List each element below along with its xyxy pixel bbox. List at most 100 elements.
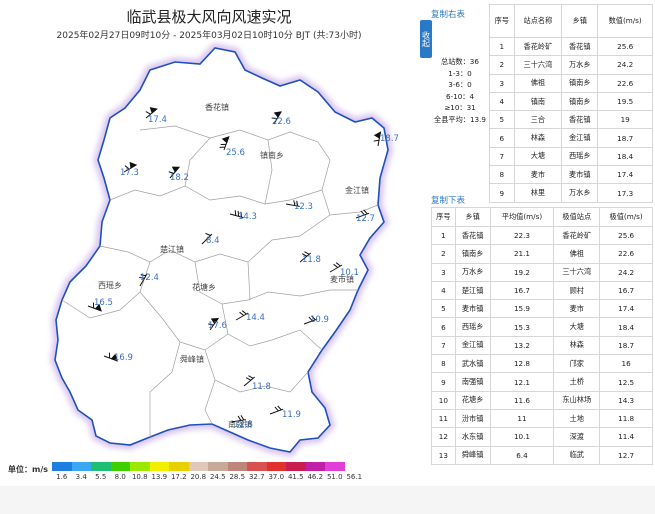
- table-cell: 2: [489, 55, 515, 75]
- legend-tick-label: 13.9: [151, 473, 168, 481]
- table-row: 2 镇南乡 21.1 佛祖 22.6: [431, 244, 653, 264]
- table-cell: 麦市: [553, 299, 601, 319]
- table-cell: 土桥: [553, 372, 601, 392]
- legend-tick-label: 41.5: [287, 473, 304, 481]
- station-value: 16.5: [94, 298, 113, 308]
- table-row: 6 林森 金江镇 18.7: [489, 128, 653, 148]
- table-cell: 水东镇: [454, 427, 491, 447]
- table-cell: 香花镇: [454, 225, 491, 246]
- table-cell: 22.6: [597, 73, 653, 93]
- table-cell: 西瑶乡: [454, 317, 491, 337]
- table-cell: 南强镇: [454, 372, 491, 392]
- table-cell: 18.4: [597, 146, 653, 167]
- table-header: 序号: [489, 4, 515, 38]
- table-cell: 16.7: [599, 280, 653, 301]
- table-cell: 17.4: [599, 299, 653, 319]
- table-cell: 11: [431, 408, 456, 429]
- town-label: 舜峰镇: [180, 354, 204, 364]
- table-cell: 香花岭矿: [553, 225, 601, 246]
- table-row: 6 西瑶乡 15.3 大塘 18.4: [431, 317, 653, 337]
- table-cell: 4: [489, 91, 515, 112]
- summary-line: 1-3：0: [448, 68, 472, 78]
- table-cell: 万水乡: [561, 183, 599, 203]
- table-row: 3 佛祖 镇南乡 22.6: [489, 73, 653, 93]
- table-header: 乡镇: [561, 4, 599, 38]
- table-cell: 13: [431, 445, 456, 465]
- table-cell: 深渡: [553, 427, 601, 447]
- table-cell: 8: [489, 165, 515, 185]
- table-cell: 16: [599, 354, 653, 374]
- table-cell: 临武: [553, 445, 601, 465]
- table-cell: 9: [431, 372, 456, 392]
- table-cell: 金江镇: [561, 128, 599, 148]
- table-cell: 香花镇: [561, 36, 599, 57]
- station-value: 11.9: [282, 410, 301, 420]
- table-cell: 18.4: [599, 317, 653, 337]
- table-cell: 三十六湾: [553, 262, 601, 282]
- table-row: 3 万水乡 19.2 三十六湾 24.2: [431, 262, 653, 282]
- table-cell: 11: [489, 408, 555, 429]
- summary-line: ≥10：31: [444, 103, 476, 112]
- table-cell: 三十六湾: [513, 55, 563, 75]
- table-row: 7 金江镇 13.2 林森 18.7: [431, 335, 653, 356]
- station-value: 25.6: [226, 148, 245, 158]
- table-cell: 25.6: [597, 36, 653, 57]
- station-value: 17.6: [208, 321, 227, 331]
- legend-tick-label: 32.7: [248, 473, 265, 481]
- table-cell: 镇南乡: [561, 73, 599, 93]
- table-cell: 舜峰镇: [454, 445, 491, 465]
- legend-swatch: [266, 462, 286, 471]
- table-cell: 19.5: [597, 91, 653, 112]
- legend-tick-label: 24.5: [209, 473, 226, 481]
- legend-swatch: [247, 462, 267, 471]
- table-cell: 22.6: [599, 244, 653, 264]
- table-row: 12 水东镇 10.1 深渡 11.4: [431, 427, 653, 447]
- table-header: 序号: [431, 207, 456, 227]
- copy-bottom-table-button[interactable]: 复制下表: [431, 194, 465, 206]
- legend-color-bar: [52, 462, 345, 471]
- table-cell: 6: [489, 128, 515, 148]
- legend-swatch: [169, 462, 189, 471]
- table-cell: 1: [431, 225, 456, 246]
- station-value: 16.9: [114, 353, 133, 363]
- summary-line: 3-6：0: [448, 80, 472, 89]
- table-cell: 西瑶乡: [561, 146, 599, 167]
- town-ranking-body: 1 香花镇 22.3 香花岭矿 25.6 2 镇南乡 21.1 佛祖 22.6 3 万水乡 19.2 三十…: [431, 225, 653, 465]
- legend-swatch: [130, 462, 150, 471]
- collapse-toggle-button[interactable]: 收起: [420, 20, 432, 58]
- table-cell: 镇南: [513, 91, 563, 112]
- table-row: 2 三十六湾 万水乡 24.2: [489, 55, 653, 75]
- station-value: 22.6: [272, 117, 291, 127]
- station-value: 11.8: [302, 255, 321, 265]
- table-row: 9 南强镇 12.1 土桥 12.5: [431, 372, 653, 392]
- table-cell: 万水乡: [561, 55, 599, 75]
- legend-ticks: 1.6 3.4 5.5 8.0 10.8 13.9 17.2 20.8 24.5 28.5 32.7…: [52, 473, 392, 483]
- table-cell: 12.5: [599, 372, 653, 392]
- table-cell: 17.4: [597, 165, 653, 185]
- table-cell: 花塘乡: [454, 390, 491, 410]
- station-value: 14.4: [246, 313, 265, 323]
- station-value: 18.7: [380, 134, 399, 144]
- table-cell: 6: [431, 317, 456, 337]
- copy-right-table-button[interactable]: 复制右表: [431, 8, 465, 20]
- table-cell: 5: [489, 110, 515, 130]
- legend-tick-label: 10.8: [131, 473, 148, 481]
- table-row: 11 汾市镇 11 土地 11.8: [431, 408, 653, 429]
- table-cell: 16.7: [489, 280, 555, 301]
- table-cell: 三合: [513, 110, 563, 130]
- table-header: 平均值(m/s): [489, 207, 555, 227]
- legend-swatch: [286, 462, 306, 471]
- legend-tick-label: 20.8: [190, 473, 207, 481]
- legend-swatch: [305, 462, 325, 471]
- town-label: 楚江镇: [160, 244, 184, 254]
- station-summary: 总站数：36 1-3：0 3-6：0 6-10：4 ≥10：31 全县平均：13…: [431, 56, 489, 125]
- table-cell: 2: [431, 244, 456, 264]
- town-label: 香花镇: [205, 102, 229, 112]
- table-cell: 麦市: [513, 165, 563, 185]
- table-cell: 麦市镇: [454, 299, 491, 319]
- table-cell: 3: [489, 73, 515, 93]
- table-row: 1 香花岭矿 香花镇 25.6: [489, 36, 653, 57]
- legend-swatch: [71, 462, 91, 471]
- table-cell: 1: [489, 36, 515, 57]
- legend-tick-label: 28.5: [229, 473, 246, 481]
